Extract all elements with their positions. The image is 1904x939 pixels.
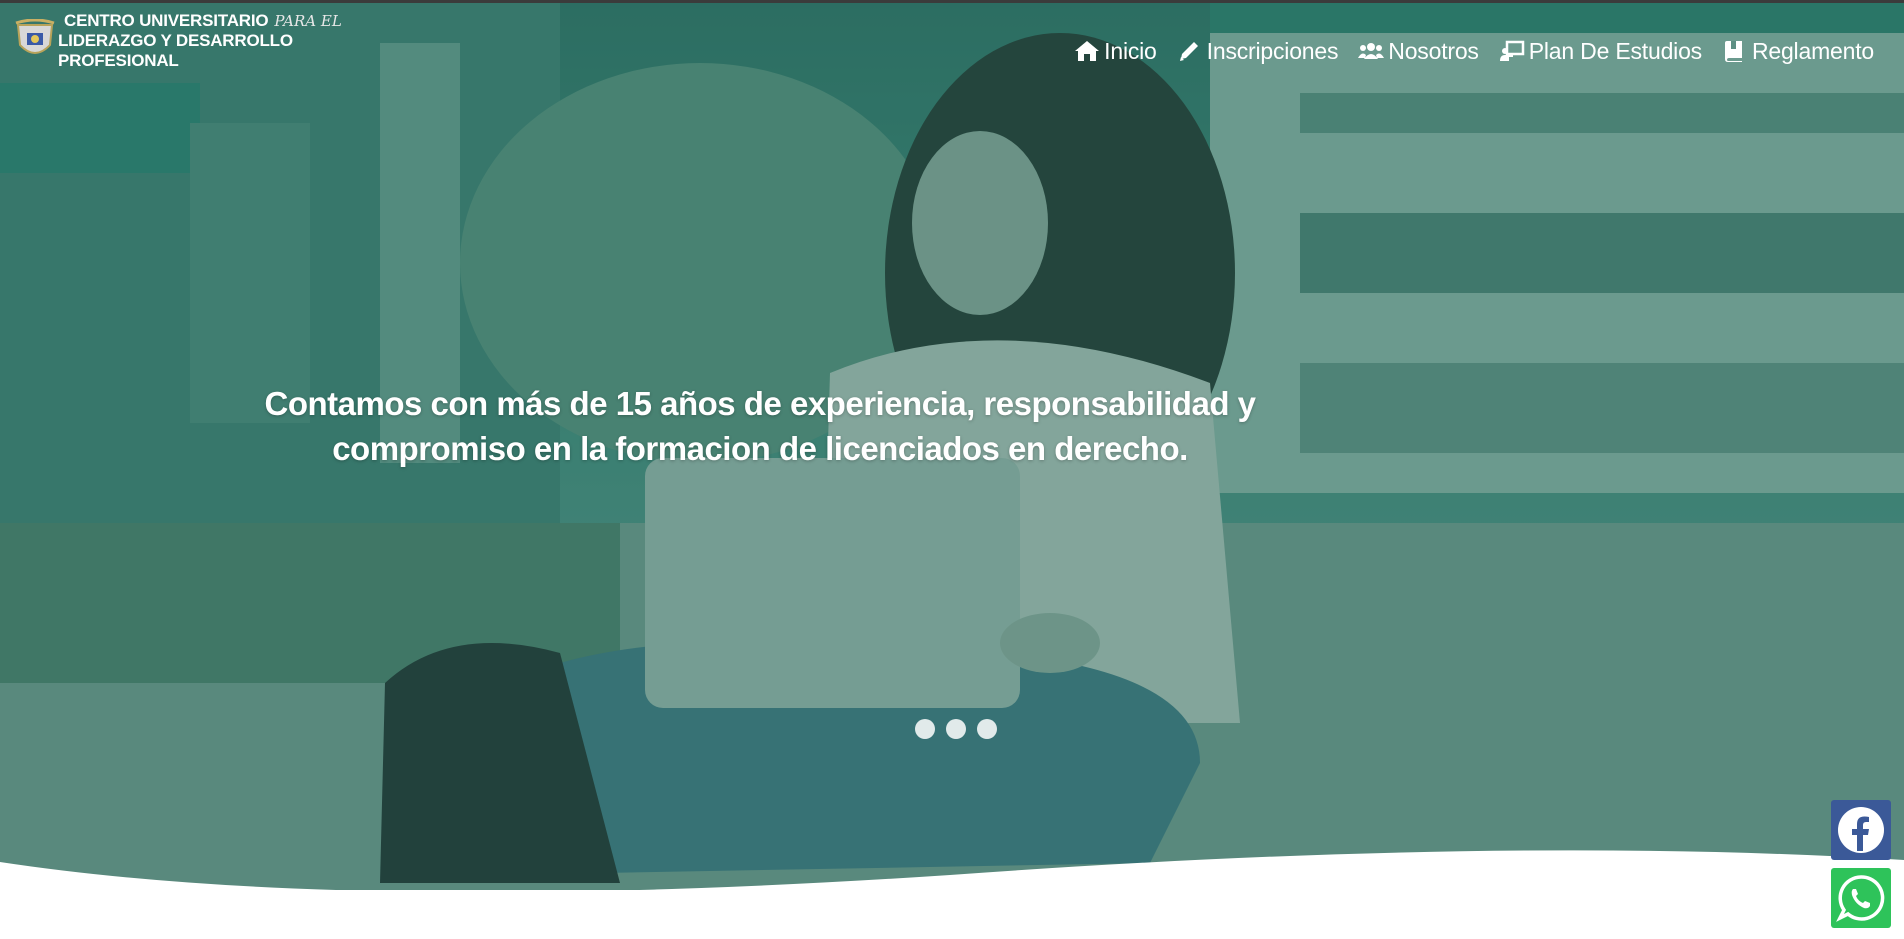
- logo-script: PARA EL: [274, 12, 342, 30]
- logo-text: CENTRO UNIVERSITARIO PARA EL LIDERAZGO Y…: [14, 11, 414, 71]
- book-icon: [1724, 41, 1742, 62]
- chalkboard-teacher-icon: [1499, 40, 1524, 61]
- facebook-button[interactable]: [1831, 800, 1891, 860]
- nav-item-plan-de-estudios[interactable]: Plan De Estudios: [1499, 38, 1702, 65]
- nav-label-reglamento: Reglamento: [1751, 37, 1874, 64]
- nav-item-inicio[interactable]: Inicio: [1074, 38, 1157, 65]
- nav-item-reglamento[interactable]: Reglamento: [1722, 38, 1874, 65]
- nav-label-inscripciones: Inscripciones: [1206, 37, 1339, 64]
- logo-title: CENTRO UNIVERSITARIO: [64, 11, 269, 30]
- home-icon: [1075, 41, 1100, 61]
- carousel-dot-3[interactable]: [977, 719, 997, 739]
- whatsapp-icon: [1836, 875, 1885, 922]
- hero-headline: Contamos con más de 15 años de experienc…: [230, 381, 1290, 471]
- pencil-icon: [1179, 42, 1198, 61]
- main-nav: Inicio Inscripciones Nosotros Plan De Es…: [1074, 33, 1874, 69]
- nav-item-nosotros[interactable]: Nosotros: [1358, 37, 1479, 65]
- logo-subtitle: LIDERAZGO Y DESARROLLO PROFESIONAL: [58, 31, 293, 70]
- nav-label-nosotros: Nosotros: [1388, 37, 1479, 64]
- carousel-indicators: [915, 719, 997, 739]
- nav-item-inscripciones[interactable]: Inscripciones: [1177, 37, 1339, 65]
- nav-label-inicio: Inicio: [1104, 37, 1157, 64]
- nav-label-plan-de-estudios: Plan De Estudios: [1528, 37, 1702, 64]
- hero-headline-line1: Contamos con más de 15 años de experienc…: [264, 385, 1256, 422]
- logo-line1: CENTRO UNIVERSITARIO PARA EL: [64, 11, 414, 31]
- users-icon: [1358, 43, 1385, 59]
- hero-banner: CENTRO UNIVERSITARIO PARA EL LIDERAZGO Y…: [0, 0, 1904, 890]
- whatsapp-button[interactable]: [1831, 868, 1891, 928]
- carousel-dot-1[interactable]: [915, 719, 935, 739]
- hero-wave-divider: [0, 850, 1904, 939]
- facebook-icon: [1838, 807, 1884, 853]
- hero-headline-line2: compromiso en la formacion de licenciado…: [332, 430, 1188, 467]
- site-logo[interactable]: CENTRO UNIVERSITARIO PARA EL LIDERAZGO Y…: [14, 11, 414, 70]
- carousel-dot-2[interactable]: [946, 719, 966, 739]
